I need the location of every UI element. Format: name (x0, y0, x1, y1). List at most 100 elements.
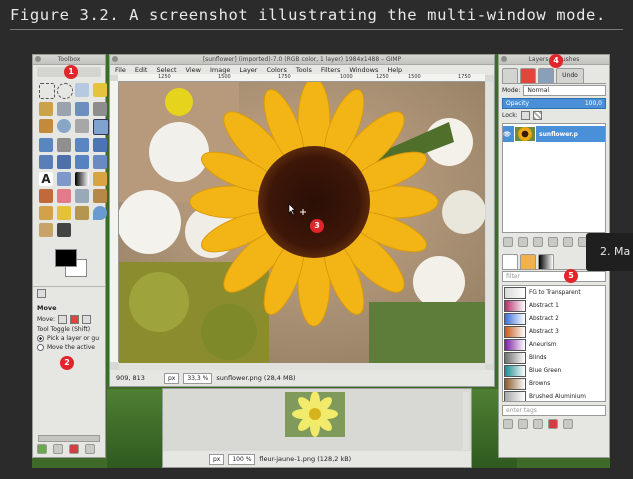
zoom-tool-icon[interactable] (57, 119, 71, 133)
list-item[interactable]: Abstract 3 (503, 325, 605, 338)
filter-input[interactable]: filter (502, 271, 606, 282)
vertical-scrollbar[interactable] (463, 392, 469, 450)
edit-gradient-icon[interactable] (503, 419, 513, 429)
radio-pick-layer[interactable]: Pick a layer or gu (33, 334, 105, 343)
list-item[interactable]: Blinds (503, 351, 605, 364)
move-selection-icon[interactable] (70, 315, 80, 324)
restore-options-icon[interactable] (53, 444, 63, 454)
image-canvas[interactable] (119, 82, 485, 364)
list-item[interactable]: Abstract 1 (503, 299, 605, 312)
flip-tool-icon[interactable] (75, 155, 89, 169)
new-layer-icon[interactable] (503, 237, 513, 247)
move-path-icon[interactable] (82, 315, 92, 324)
gradient-name: Aneurism (529, 341, 557, 348)
measure-tool-icon[interactable] (75, 119, 89, 133)
free-select-tool-icon[interactable] (75, 83, 89, 97)
tags-input[interactable]: enter tags (502, 405, 606, 416)
lock-alpha-icon[interactable] (532, 111, 542, 120)
list-item[interactable]: FG to Transparent (503, 286, 605, 299)
align-tool-icon[interactable] (39, 138, 53, 152)
ellipse-select-tool-icon[interactable] (57, 83, 73, 99)
smudge-tool-icon[interactable] (39, 223, 53, 237)
new-gradient-icon[interactable] (518, 419, 528, 429)
list-item[interactable]: Abstract 2 (503, 312, 605, 325)
window-menu-icon[interactable] (35, 56, 41, 62)
list-item[interactable]: Aneurism (503, 338, 605, 351)
zoom-select[interactable]: 33,3 % (183, 372, 213, 384)
tab-brushes[interactable] (502, 254, 518, 269)
foreground-select-tool-icon[interactable] (75, 102, 89, 116)
eraser-tool-icon[interactable] (57, 189, 71, 203)
list-item[interactable]: Blue Green (503, 364, 605, 377)
foreground-color-swatch[interactable] (55, 249, 77, 267)
list-item[interactable]: Brushed Aluminium (503, 390, 605, 401)
radio-icon[interactable] (37, 335, 44, 342)
save-options-icon[interactable] (37, 444, 47, 454)
airbrush-tool-icon[interactable] (75, 189, 89, 203)
horizontal-scrollbar[interactable] (119, 363, 485, 370)
duplicate-layer-icon[interactable] (563, 237, 573, 247)
paintbrush-tool-icon[interactable] (39, 189, 53, 203)
horizontal-ruler[interactable]: 1250 1500 1750 1000 1250 1500 1750 (118, 74, 485, 82)
tool-options-tab-icon[interactable] (37, 289, 46, 298)
reset-options-icon[interactable] (85, 444, 95, 454)
crop-tool-icon[interactable] (57, 138, 71, 152)
move-tool-icon[interactable] (93, 119, 109, 135)
lower-layer-icon[interactable] (548, 237, 558, 247)
scale-tool-icon[interactable] (93, 138, 107, 152)
rotate-tool-icon[interactable] (75, 138, 89, 152)
window-menu-icon[interactable] (112, 56, 118, 62)
tab-layers[interactable] (502, 68, 518, 83)
radio-move-active[interactable]: Move the active (33, 343, 105, 352)
blend-tool-icon[interactable] (75, 172, 89, 186)
image-window-titlebar[interactable]: [sunflower] (imported)-7.0 (RGB color, 1… (110, 55, 494, 65)
cage-tool-icon[interactable] (93, 155, 107, 169)
delete-gradient-icon[interactable] (548, 419, 558, 429)
select-by-color-tool-icon[interactable] (39, 102, 53, 116)
fuzzy-select-tool-icon[interactable] (93, 83, 107, 97)
duplicate-gradient-icon[interactable] (533, 419, 543, 429)
perspective-tool-icon[interactable] (57, 155, 71, 169)
bucket-fill-tool-icon[interactable] (57, 172, 71, 186)
color-picker-tool-icon[interactable] (39, 119, 53, 133)
tab-undo[interactable]: Undo (556, 68, 584, 83)
clone-tool-icon[interactable] (39, 206, 53, 220)
zoom-select[interactable]: 100 % (228, 453, 256, 465)
lock-pixels-icon[interactable] (520, 111, 530, 120)
delete-options-icon[interactable] (69, 444, 79, 454)
pencil-tool-icon[interactable] (93, 172, 107, 186)
radio-icon[interactable] (37, 344, 44, 351)
tab-channels[interactable] (520, 68, 536, 83)
move-layer-icon[interactable] (58, 315, 68, 324)
opacity-slider[interactable]: Opacity 100,0 (502, 98, 606, 109)
new-layer-group-icon[interactable] (518, 237, 528, 247)
paths-tool-icon[interactable] (93, 102, 107, 116)
layer-row[interactable]: 👁 sunflower.p (503, 126, 605, 142)
window-menu-icon[interactable] (501, 56, 507, 62)
rect-select-tool-icon[interactable] (39, 83, 55, 99)
unit-select[interactable]: px (209, 453, 225, 465)
unit-select[interactable]: px (164, 372, 180, 384)
blur-tool-icon[interactable] (93, 206, 107, 220)
shear-tool-icon[interactable] (39, 155, 53, 169)
text-tool-icon[interactable]: A (39, 172, 53, 186)
vertical-scrollbar[interactable] (486, 82, 493, 364)
tab-patterns[interactable] (520, 254, 536, 269)
refresh-gradients-icon[interactable] (563, 419, 573, 429)
callout-badge-5: 5 (564, 269, 578, 283)
heal-tool-icon[interactable] (57, 206, 71, 220)
toolbox-scrollbar[interactable] (38, 435, 100, 442)
toolbox-titlebar[interactable]: Toolbox (33, 55, 105, 65)
mode-select[interactable]: Normal (523, 85, 606, 96)
fleur-jaune-image[interactable] (285, 392, 345, 437)
perspective-clone-tool-icon[interactable] (75, 206, 89, 220)
dodge-burn-tool-icon[interactable] (57, 223, 71, 237)
tab-paths[interactable] (538, 68, 554, 83)
vertical-ruler[interactable] (110, 81, 119, 362)
raise-layer-icon[interactable] (533, 237, 543, 247)
tab-gradients[interactable] (538, 254, 554, 269)
visibility-eye-icon[interactable]: 👁 (503, 131, 511, 138)
scissors-tool-icon[interactable] (57, 102, 71, 116)
ink-tool-icon[interactable] (93, 189, 107, 203)
list-item[interactable]: Browns (503, 377, 605, 390)
